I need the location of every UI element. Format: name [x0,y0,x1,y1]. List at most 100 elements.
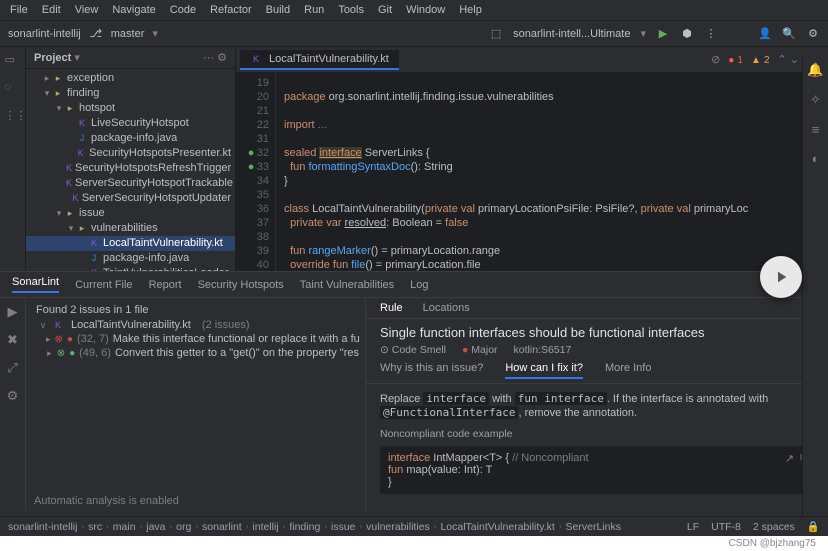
analyze-icon[interactable]: ▶ [8,304,18,320]
notifications-icon[interactable]: 🔔 [807,62,823,78]
debug-icon[interactable]: ⬢ [680,27,694,41]
structure-tool-icon[interactable]: ⋮⋮ [5,109,21,125]
breadcrumb-item[interactable]: sonarlint-intellij [8,521,77,533]
issues-file[interactable]: v K LocalTaintVulnerability.kt (2 issues… [32,318,359,332]
code-editor[interactable]: 1920212231● 32● 3334353637383940 package… [236,73,828,271]
noncompliant-title: Noncompliant code example [380,428,814,440]
open-icon[interactable]: ↗ [785,452,794,465]
expand-icon[interactable]: ⤢ [7,360,17,376]
breadcrumb-item[interactable]: src [88,521,102,533]
toolbar: sonarlint-intellij ⎇ master ▾ ⬚ sonarlin… [0,21,828,47]
breadcrumb-item[interactable]: java [146,521,165,533]
branch-icon[interactable]: ⎇ [89,27,103,41]
more-icon[interactable]: ⋮ [704,27,718,41]
settings-icon[interactable]: ⚙ [806,27,820,41]
menu-git[interactable]: Git [378,4,392,16]
menu-window[interactable]: Window [406,4,445,16]
line-separator[interactable]: LF [687,521,699,533]
ai-assistant-icon[interactable]: ✧ [810,92,821,108]
breadcrumb-item[interactable]: LocalTaintVulnerability.kt [440,521,554,533]
git-branch[interactable]: master [111,28,145,40]
auto-analysis-label: Automatic analysis is enabled [26,491,187,511]
ai-icon[interactable]: ⊘ [711,53,720,66]
breadcrumb-item[interactable]: main [113,521,136,533]
tree-item[interactable]: KServerSecurityHotspotUpdater [26,191,235,206]
tab-label: LocalTaintVulnerability.kt [269,53,389,65]
sonarlint-rail: ▶ ✖ ⤢ ⚙ [0,298,26,511]
tree-item[interactable]: KSecurityHotspotsRefreshTrigger [26,161,235,176]
sonar-tab[interactable]: SonarLint [12,276,59,293]
sonar-tab[interactable]: Log [410,279,428,291]
menu-refactor[interactable]: Refactor [210,4,252,16]
rule-panel: RuleLocations Single function interfaces… [366,298,828,511]
tree-item[interactable]: KLocalTaintVulnerability.kt [26,236,235,251]
menu-file[interactable]: File [10,4,28,16]
sonar-tab[interactable]: Report [149,279,182,291]
issues-summary: Found 2 issues in 1 file [32,302,359,318]
breadcrumb-item[interactable]: finding [289,521,320,533]
menu-build[interactable]: Build [266,4,290,16]
tree-item[interactable]: ▾▸finding [26,86,235,101]
clear-icon[interactable]: ✖ [7,332,18,348]
menu-edit[interactable]: Edit [42,4,61,16]
sidebar-options-icon[interactable]: ⋯ ⚙ [203,51,227,64]
rule-meta: ⊙ Code Smell ● Major kotlin:S6517 [380,344,814,356]
tree-item[interactable]: ▾▸issue [26,206,235,221]
tree-item[interactable]: ▸▸exception [26,71,235,86]
tree-item[interactable]: ▾▸hotspot [26,101,235,116]
tree-item[interactable]: Jpackage-info.java [26,251,235,266]
menu-run[interactable]: Run [304,4,324,16]
rule-nav-item[interactable]: Why is this an issue? [380,362,483,379]
watermark: CSDN @bjzhang75 [0,536,828,551]
menu-navigate[interactable]: Navigate [112,4,155,16]
rule-tab[interactable]: Rule [380,302,403,314]
run-config[interactable]: sonarlint-intell...Ultimate [513,28,630,40]
run-config-icon[interactable]: ⬚ [489,27,503,41]
rule-tab[interactable]: Locations [423,302,470,314]
sonar-tab[interactable]: Current File [75,279,132,291]
commit-tool-icon[interactable]: ◌ [5,81,21,97]
database-icon[interactable]: ≡ [812,122,820,137]
tree-item[interactable]: KTaintVulnerabilitiesLoader [26,266,235,271]
breadcrumb-item[interactable]: issue [331,521,356,533]
project-tree[interactable]: ▸▸exception▾▸finding▾▸hotspotKLiveSecuri… [26,69,235,271]
breadcrumb-item[interactable]: ServerLinks [566,521,621,533]
breadcrumb-item[interactable]: org [176,521,191,533]
menu-code[interactable]: Code [170,4,196,16]
issue-row[interactable]: ▸⊗ ● (32, 7) Make this interface functio… [32,332,359,346]
menu-tools[interactable]: Tools [338,4,364,16]
readonly-icon[interactable]: 🔒 [807,520,820,533]
indent[interactable]: 2 spaces [753,521,795,533]
tree-item[interactable]: Jpackage-info.java [26,131,235,146]
issue-row[interactable]: ▸⊗ ● (49, 6) Convert this getter to a "g… [32,346,359,360]
sidebar-title: Project ▾ [34,51,80,64]
breadcrumb-item[interactable]: vulnerabilities [366,521,430,533]
filter-icon[interactable]: ⚙ [7,388,19,404]
breadcrumb-item[interactable]: intellij [252,521,278,533]
editor-tab[interactable]: K LocalTaintVulnerability.kt [240,50,399,70]
sonar-tab[interactable]: Taint Vulnerabilities [300,279,394,291]
run-icon[interactable]: ▶ [656,27,670,41]
project-tool-icon[interactable]: ▭ [5,53,21,69]
gradle-icon[interactable]: ◐ [812,151,820,166]
encoding[interactable]: UTF-8 [711,521,741,533]
tree-item[interactable]: KServerSecurityHotspotTrackable [26,176,235,191]
right-tool-rail: 🔔 ✧ ≡ ◐ [802,54,828,516]
user-icon[interactable]: 👤 [758,27,772,41]
search-icon[interactable]: 🔍 [782,27,796,41]
tree-item[interactable]: KLiveSecurityHotspot [26,116,235,131]
video-play-overlay[interactable] [760,256,802,298]
project-name[interactable]: sonarlint-intellij [8,28,81,40]
menu-help[interactable]: Help [459,4,482,16]
breadcrumb-item[interactable]: sonarlint [202,521,242,533]
menu-view[interactable]: View [75,4,99,16]
tree-item[interactable]: KSecurityHotspotsPresenter.kt [26,146,235,161]
rule-nav: Why is this an issue? How can I fix it? Mo… [366,358,828,384]
rule-nav-item[interactable]: More Info [605,362,651,379]
rule-tabs: Rule Locations [366,298,828,319]
rule-nav-item[interactable]: How can I fix it? [505,362,583,379]
tree-item[interactable]: ▾▸vulnerabilities [26,221,235,236]
main-menu: File Edit View Navigate Code Refactor Build Run… [0,0,828,21]
sonar-tab[interactable]: Security Hotspots [198,279,284,291]
code-snippet: ↗⧉ interface IntMapper<T> { // Noncompli… [380,446,814,494]
